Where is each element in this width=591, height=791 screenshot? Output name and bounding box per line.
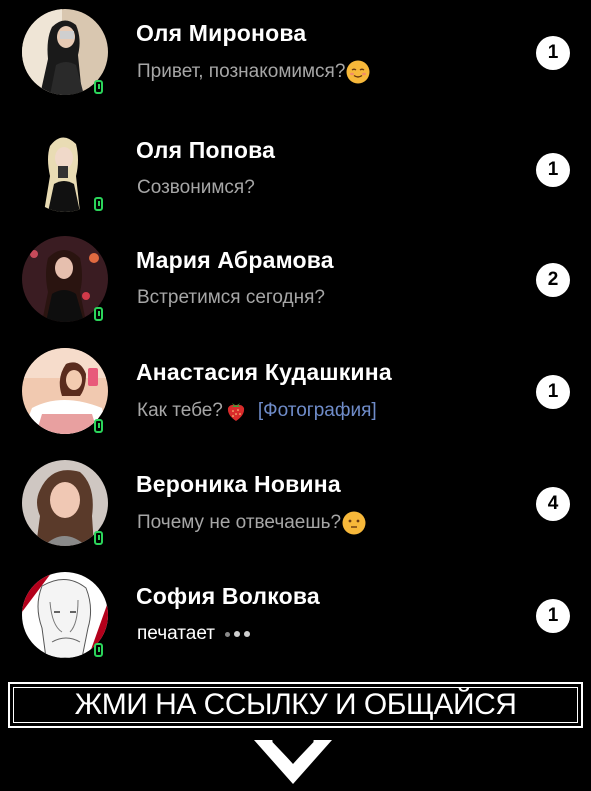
cta-banner[interactable]: ЖМИ НА ССЫЛКУ И ОБЩАЙСЯ [8, 682, 583, 728]
unread-badge: 1 [536, 153, 570, 187]
unread-badge: 1 [536, 599, 570, 633]
last-message: печатает [137, 623, 250, 645]
contact-name: Оля Миронова [136, 20, 307, 46]
unread-badge: 1 [536, 36, 570, 70]
flushed-face-emoji [342, 511, 366, 535]
double-chevron-down-icon[interactable] [252, 738, 334, 786]
chat-row[interactable]: Вероника Новина Почему не отвечаешь? 4 [0, 451, 591, 561]
contact-name: София Волкова [136, 583, 320, 609]
online-status-icon [94, 643, 103, 657]
online-status-icon [94, 80, 103, 94]
message-text: Почему не отвечаешь? [137, 512, 342, 533]
contact-name: Оля Попова [136, 137, 276, 163]
online-status-icon [94, 307, 103, 321]
last-message: Привет, познакомимся? [137, 60, 370, 84]
online-status-icon [94, 419, 103, 433]
strawberry-emoji [227, 403, 244, 421]
message-text: Привет, познакомимся? [137, 61, 346, 82]
typing-status: печатает [137, 623, 215, 644]
last-message: Почему не отвечаешь? [137, 511, 366, 535]
unread-badge: 2 [536, 263, 570, 297]
relieved-face-emoji [346, 60, 370, 84]
unread-badge: 4 [536, 487, 570, 521]
last-message: Созвонимся? [137, 177, 255, 199]
message-text: Как тебе? [137, 400, 223, 421]
contact-name: Вероника Новина [136, 471, 341, 497]
chat-row[interactable]: Оля Миронова Привет, познакомимся? 1 [0, 0, 591, 110]
contact-name: Анастасия Кудашкина [136, 359, 392, 385]
chat-row[interactable]: Анастасия Кудашкина Как тебе? [Фотографи… [0, 339, 591, 449]
contact-name: Мария Абрамова [136, 247, 334, 273]
message-text: Встретимся сегодня? [137, 287, 325, 308]
online-status-icon [94, 531, 103, 545]
chat-row[interactable]: София Волкова печатает 1 [0, 563, 591, 673]
message-text: Созвонимся? [137, 177, 255, 198]
chat-row[interactable]: Мария Абрамова Встретимся сегодня? 2 [0, 227, 591, 337]
photo-attachment-link[interactable]: [Фотография] [258, 400, 377, 422]
cta-text: ЖМИ НА ССЫЛКУ И ОБЩАЙСЯ [74, 688, 517, 721]
typing-dots-icon [224, 631, 250, 637]
chat-row[interactable]: Оля Попова Созвонимся? 1 [0, 117, 591, 227]
last-message: Как тебе? [Фотография] [137, 399, 377, 423]
unread-badge: 1 [536, 375, 570, 409]
last-message: Встретимся сегодня? [137, 287, 325, 309]
online-status-icon [94, 197, 103, 211]
